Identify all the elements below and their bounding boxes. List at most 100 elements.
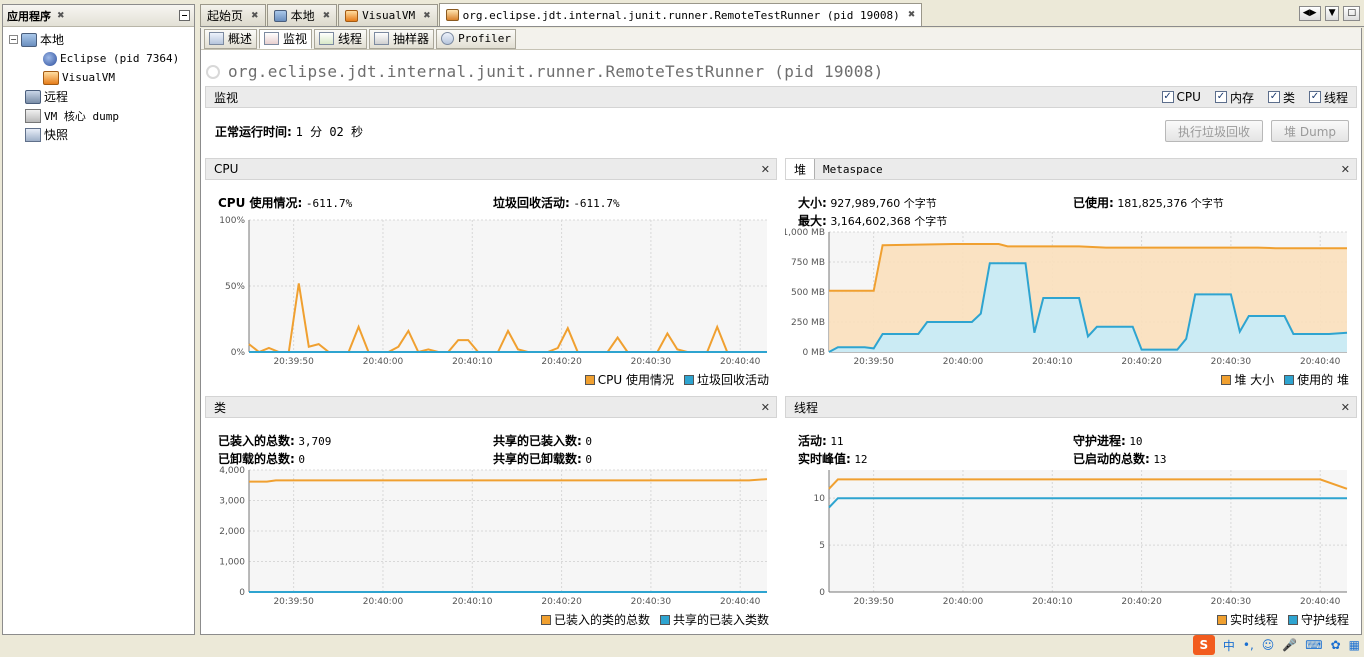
editor-tab-bar: 起始页 ✖ 本地 ✖ VisualVM ✖ org.eclipse.jdt.in…	[200, 3, 1364, 27]
visualvm-window: 应用程序 ✖ − 本地 Eclipse (pid 7364) VisualVM …	[0, 0, 1364, 657]
stat-value: 10	[1129, 435, 1143, 448]
keyboard-icon[interactable]: ⌨	[1305, 638, 1322, 652]
tree-item-remote[interactable]: 远程	[3, 87, 194, 106]
heap-dump-button[interactable]: 堆 Dump	[1271, 120, 1349, 142]
uptime-label: 正常运行时间:	[215, 125, 292, 139]
tab-remote-test-runner[interactable]: org.eclipse.jdt.internal.junit.runner.Re…	[438, 3, 923, 26]
close-icon[interactable]: ✖	[251, 11, 259, 21]
tree-item-core-dump[interactable]: VM 核心 dump	[3, 106, 194, 125]
close-icon[interactable]: ✕	[1341, 163, 1350, 176]
x-tick-label: 20:40:40	[720, 597, 761, 607]
subtab-overview[interactable]: 概述	[204, 28, 258, 49]
classes-panel: 类 ✕ 已装入的总数: 3,709 已卸载的总数: 0 共享的已装入数: 0 共…	[205, 396, 777, 630]
x-tick-label: 20:40:30	[1211, 357, 1252, 367]
plot-area	[829, 470, 1347, 592]
core-dump-icon	[25, 108, 41, 123]
tab-start-page[interactable]: 起始页 ✖	[200, 4, 266, 26]
tab-list-icon[interactable]: ▼	[1324, 6, 1340, 21]
emoji-icon[interactable]: ☺	[1262, 638, 1275, 652]
y-tick-label: 0	[239, 588, 245, 598]
stat-label: 共享的已装入数:	[493, 434, 582, 448]
legend-label: 使用的 堆	[1297, 373, 1349, 387]
tree-item-local[interactable]: − 本地	[3, 30, 194, 49]
tab-visualvm[interactable]: VisualVM ✖	[338, 4, 438, 26]
loaded-classes-stat: 已装入的总数: 3,709	[218, 432, 331, 449]
legend-label: CPU 使用情况	[597, 373, 674, 387]
overview-icon	[209, 32, 224, 45]
close-icon[interactable]: ✖	[57, 11, 65, 21]
memory-checkbox[interactable]: ✓ 内存	[1214, 89, 1254, 106]
uptime: 正常运行时间: 1 分 02 秒	[215, 123, 363, 140]
legend-swatch	[1221, 374, 1232, 385]
checkbox-checked-icon[interactable]: ✓	[1214, 91, 1227, 103]
legend-item: 已装入的类的总数	[540, 611, 650, 628]
tab-metaspace[interactable]: Metaspace	[823, 163, 883, 176]
subtab-profiler[interactable]: Profiler	[436, 28, 517, 49]
subtab-monitor[interactable]: 监视	[259, 28, 313, 49]
tree-item-label: 快照	[44, 128, 69, 142]
threads-checkbox[interactable]: ✓ 线程	[1308, 89, 1348, 106]
x-tick-label: 20:40:00	[363, 357, 404, 367]
close-icon[interactable]: ✕	[761, 401, 770, 414]
close-icon[interactable]: ✕	[1341, 401, 1350, 414]
stat-value: -611.7%	[573, 197, 620, 210]
collapse-icon[interactable]: −	[9, 35, 18, 44]
maximize-icon[interactable]: □	[1343, 6, 1360, 21]
microphone-icon[interactable]: 🎤	[1282, 638, 1297, 652]
tree-item-visualvm[interactable]: VisualVM	[3, 68, 194, 87]
stat-value: 0	[585, 435, 592, 448]
classes-checkbox[interactable]: ✓ 类	[1267, 89, 1295, 106]
x-tick-label: 20:40:10	[1032, 597, 1073, 607]
tree-item-eclipse[interactable]: Eclipse (pid 7364)	[3, 49, 194, 68]
toolbox-icon[interactable]: ▦	[1349, 638, 1360, 652]
stat-value: 927,989,760 个字节	[830, 197, 937, 210]
subtab-label: 抽样器	[393, 32, 430, 46]
checkbox-checked-icon[interactable]: ✓	[1308, 91, 1321, 103]
y-tick-label: 1,000 MB	[785, 228, 825, 238]
tab-navigation: ◀▶ ▼ □	[1298, 6, 1360, 21]
y-tick-label: 1,000	[219, 558, 245, 568]
subtab-sampler[interactable]: 抽样器	[369, 28, 435, 49]
chinese-mode-icon[interactable]: 中	[1223, 637, 1235, 654]
input-method-icon[interactable]: S	[1192, 635, 1215, 655]
legend-swatch	[683, 374, 694, 385]
legend-swatch	[1287, 614, 1298, 625]
x-tick-label: 20:39:50	[853, 357, 894, 367]
cpu-usage-stat: CPU 使用情况: -611.7%	[218, 194, 352, 211]
stat-label: 活动:	[798, 434, 827, 448]
computer-icon	[273, 9, 287, 22]
tree-item-label: VisualVM	[62, 71, 115, 84]
shared-loaded-stat: 共享的已装入数: 0	[493, 432, 592, 449]
panel-title: CPU	[214, 162, 239, 176]
x-tick-label: 20:40:00	[363, 597, 404, 607]
remote-icon	[25, 89, 41, 104]
stat-value: 181,825,376 个字节	[1117, 197, 1224, 210]
minimize-icon[interactable]	[179, 10, 190, 21]
close-icon[interactable]: ✖	[323, 11, 331, 21]
skin-icon[interactable]: ✿	[1331, 638, 1341, 652]
legend-swatch	[659, 614, 670, 625]
checkbox-checked-icon[interactable]: ✓	[1267, 91, 1280, 103]
tab-label: VisualVM	[362, 9, 416, 22]
classes-legend: 已装入的类的总数 共享的已装入类数	[540, 611, 769, 628]
x-tick-label: 20:40:40	[1300, 597, 1341, 607]
subtab-label: 监视	[283, 32, 308, 46]
close-icon[interactable]: ✖	[908, 10, 916, 20]
x-tick-label: 20:39:50	[273, 597, 314, 607]
tree-item-snapshots[interactable]: 快照	[3, 125, 194, 144]
checkbox-checked-icon[interactable]: ✓	[1161, 91, 1174, 103]
scroll-tabs-icon[interactable]: ◀▶	[1298, 6, 1321, 21]
legend-label: 实时线程	[1229, 613, 1278, 627]
legend-item: 堆 大小	[1221, 371, 1274, 388]
punctuation-icon[interactable]: •,	[1243, 638, 1254, 652]
y-tick-label: 50%	[225, 282, 245, 292]
tab-heap[interactable]: 堆	[786, 159, 816, 179]
stat-label: 守护进程:	[1073, 434, 1126, 448]
close-icon[interactable]: ✕	[761, 163, 770, 176]
close-icon[interactable]: ✖	[423, 11, 431, 21]
cpu-checkbox[interactable]: ✓ CPU	[1161, 89, 1201, 106]
perform-gc-button[interactable]: 执行垃圾回收	[1165, 120, 1264, 142]
panel-title: 线程	[794, 400, 819, 415]
subtab-threads[interactable]: 线程	[314, 28, 368, 49]
tab-local[interactable]: 本地 ✖	[266, 4, 338, 26]
